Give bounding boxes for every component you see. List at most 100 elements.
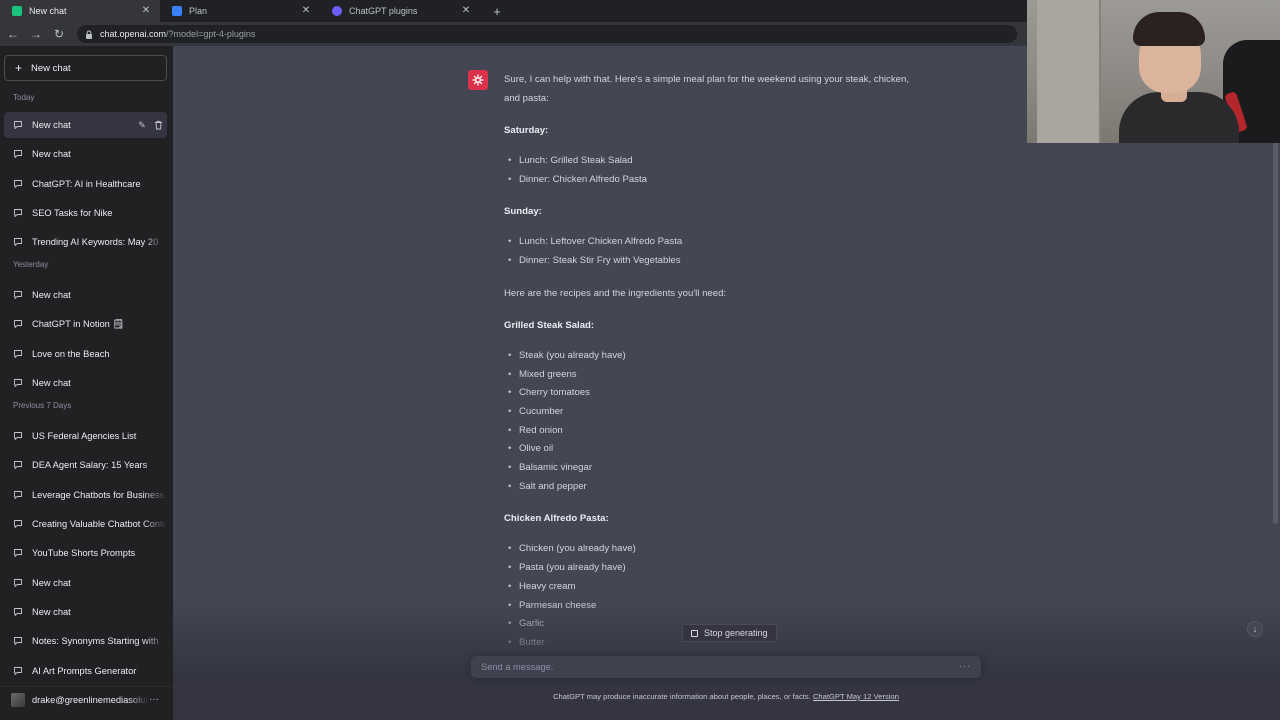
tab-label: New chat bbox=[29, 6, 67, 16]
sunday-heading: Sunday: bbox=[504, 206, 542, 218]
sidebar-chat-item[interactable]: YouTube Shorts Prompts bbox=[4, 540, 167, 566]
chat-bubble-icon bbox=[13, 378, 23, 388]
new-chat-label: New chat bbox=[31, 62, 71, 74]
sidebar-group-label: Today bbox=[13, 93, 35, 102]
list-item: Olive oil bbox=[504, 440, 924, 459]
sidebar-chat-label: New chat bbox=[32, 378, 71, 388]
sidebar-chat-item[interactable]: SEO Tasks for Nike bbox=[4, 200, 167, 226]
close-tab-icon[interactable]: ✕ bbox=[140, 5, 152, 17]
list-item: Chicken (you already have) bbox=[504, 540, 924, 559]
forward-arrow-icon[interactable]: → bbox=[26, 24, 46, 44]
sidebar-chat-label: US Federal Agencies List bbox=[32, 431, 137, 441]
sidebar-chat-label: New chat bbox=[32, 290, 71, 300]
stop-square-icon bbox=[691, 629, 698, 637]
chat-main: Sure, I can help with that. Here's a sim… bbox=[173, 46, 1280, 720]
sidebar-chat-item[interactable]: ChatGPT: AI in Healthcare bbox=[4, 171, 167, 197]
sidebar-group-label: Previous 7 Days bbox=[13, 401, 72, 410]
browser-tab-new-chat[interactable]: New chat ✕ bbox=[0, 0, 160, 22]
close-tab-icon[interactable]: ✕ bbox=[460, 5, 472, 17]
sidebar-group-label: Yesterday bbox=[13, 260, 49, 269]
user-email: drake@greenlinemediasolutions.com bbox=[32, 694, 149, 705]
new-tab-icon[interactable]: + bbox=[486, 0, 508, 22]
sidebar-chat-item[interactable]: New chat bbox=[4, 141, 167, 167]
scroll-to-bottom-icon[interactable]: ↓ bbox=[1247, 621, 1263, 637]
chat-bubble-icon bbox=[13, 578, 23, 588]
chat-bubble-icon bbox=[13, 149, 23, 159]
message-placeholder: Send a message. bbox=[481, 662, 554, 672]
sidebar-chat-label: New chat bbox=[32, 120, 71, 130]
reload-icon[interactable]: ↻ bbox=[49, 24, 69, 44]
list-item: Dinner: Chicken Alfredo Pasta bbox=[504, 171, 924, 190]
chat-bubble-icon bbox=[13, 349, 23, 359]
browser-tab-plugins[interactable]: ChatGPT plugins ✕ bbox=[320, 0, 480, 22]
chat-bubble-icon bbox=[13, 519, 23, 529]
sidebar-chat-label: DEA Agent Salary: 15 Years bbox=[32, 460, 148, 470]
sidebar-chat-item[interactable]: Creating Valuable Chatbot Content bbox=[4, 511, 167, 537]
browser-tab-plan[interactable]: Plan ✕ bbox=[160, 0, 320, 22]
sidebar-chat-item[interactable]: US Federal Agencies List bbox=[4, 423, 167, 449]
avatar bbox=[11, 692, 25, 707]
sidebar-chat-item[interactable]: New chat bbox=[4, 282, 167, 308]
edit-pencil-icon[interactable]: ✎ bbox=[135, 118, 149, 132]
saturday-heading: Saturday: bbox=[504, 125, 549, 136]
sidebar-chat-label: Leverage Chatbots for Business bbox=[32, 490, 165, 500]
intro-text: Sure, I can help with that. Here's a sim… bbox=[504, 74, 909, 104]
back-arrow-icon[interactable]: ← bbox=[3, 24, 23, 44]
sidebar-chat-item[interactable]: Leverage Chatbots for Business bbox=[4, 482, 167, 508]
stop-generating-button[interactable]: Stop generating bbox=[682, 624, 777, 642]
sidebar-chat-item[interactable]: DEA Agent Salary: 15 Years bbox=[4, 452, 167, 478]
chatgpt-favicon-icon bbox=[12, 6, 22, 16]
new-chat-button[interactable]: + New chat bbox=[4, 55, 167, 81]
sidebar-chat-item[interactable]: ChatGPT in Notion 🗒 bbox=[4, 311, 167, 337]
sidebar-chat-label: New chat bbox=[32, 149, 71, 159]
url-field[interactable]: chat.openai.com/?model=gpt-4-plugins bbox=[77, 25, 1017, 43]
sidebar-chat-label: AI Art Prompts Generator bbox=[32, 666, 137, 676]
sidebar-chat-item[interactable]: New chat bbox=[4, 570, 167, 596]
list-item: Dinner: Steak Stir Fry with Vegetables bbox=[504, 252, 924, 271]
sidebar-chat-item[interactable]: New chat bbox=[4, 370, 167, 396]
plugins-favicon-icon bbox=[332, 6, 342, 16]
list-item: Lunch: Leftover Chicken Alfredo Pasta bbox=[504, 233, 924, 252]
chat-bubble-icon bbox=[13, 548, 23, 558]
webcam-background-door bbox=[1037, 0, 1101, 143]
sidebar-chat-item[interactable]: New chat ✎ bbox=[4, 112, 167, 138]
list-item: Cherry tomatoes bbox=[504, 384, 924, 403]
more-icon[interactable]: ··· bbox=[149, 694, 163, 705]
chat-bubble-icon bbox=[13, 208, 23, 218]
plus-icon: + bbox=[15, 61, 23, 75]
saturday-list: Lunch: Grilled Steak SaladDinner: Chicke… bbox=[504, 152, 924, 189]
webcam-overlay bbox=[1027, 0, 1280, 143]
chat-bubble-icon bbox=[13, 460, 23, 470]
sidebar-chat-item[interactable]: Love on the Beach bbox=[4, 341, 167, 367]
list-item: Cucumber bbox=[504, 403, 924, 422]
webcam-person-hair bbox=[1133, 12, 1205, 46]
tab-label: Plan bbox=[189, 6, 208, 16]
disclaimer: ChatGPT may produce inaccurate informati… bbox=[471, 692, 981, 701]
trash-icon[interactable] bbox=[151, 118, 165, 132]
recipes-intro: Here are the recipes and the ingredients… bbox=[504, 287, 727, 299]
sidebar-chat-item[interactable]: New chat bbox=[4, 599, 167, 625]
doc-favicon-icon bbox=[172, 6, 182, 16]
chat-bubble-icon bbox=[13, 607, 23, 617]
sidebar-chat-label: SEO Tasks for Nike bbox=[32, 208, 113, 218]
list-item: Balsamic vinegar bbox=[504, 459, 924, 478]
list-item: Lunch: Grilled Steak Salad bbox=[504, 152, 924, 171]
close-tab-icon[interactable]: ✕ bbox=[300, 5, 312, 17]
url-path: /?model=gpt-4-plugins bbox=[166, 29, 256, 39]
user-menu[interactable]: drake@greenlinemediasolutions.com ··· bbox=[0, 686, 173, 712]
chat-bubble-icon bbox=[13, 666, 23, 676]
sidebar-chat-item[interactable]: AI Art Prompts Generator bbox=[4, 658, 167, 684]
list-item: Red onion bbox=[504, 422, 924, 441]
version-link[interactable]: ChatGPT May 12 Version bbox=[813, 692, 899, 701]
salad-ingredients-list: Steak (you already have)Mixed greensCher… bbox=[504, 347, 924, 497]
chat-bubble-icon bbox=[13, 237, 23, 247]
list-item: Salt and pepper bbox=[504, 478, 924, 497]
sidebar-chat-item[interactable]: Trending AI Keywords: May 20 bbox=[4, 229, 167, 255]
list-item: Heavy cream bbox=[504, 578, 924, 597]
chat-bubble-icon bbox=[13, 431, 23, 441]
sidebar-chat-label: Trending AI Keywords: May 20 bbox=[32, 237, 159, 247]
message-input[interactable]: Send a message. ··· bbox=[471, 656, 981, 678]
assistant-avatar bbox=[468, 70, 488, 90]
list-item: Pasta (you already have) bbox=[504, 559, 924, 578]
sidebar-chat-item[interactable]: Notes: Synonyms Starting with bbox=[4, 628, 167, 654]
